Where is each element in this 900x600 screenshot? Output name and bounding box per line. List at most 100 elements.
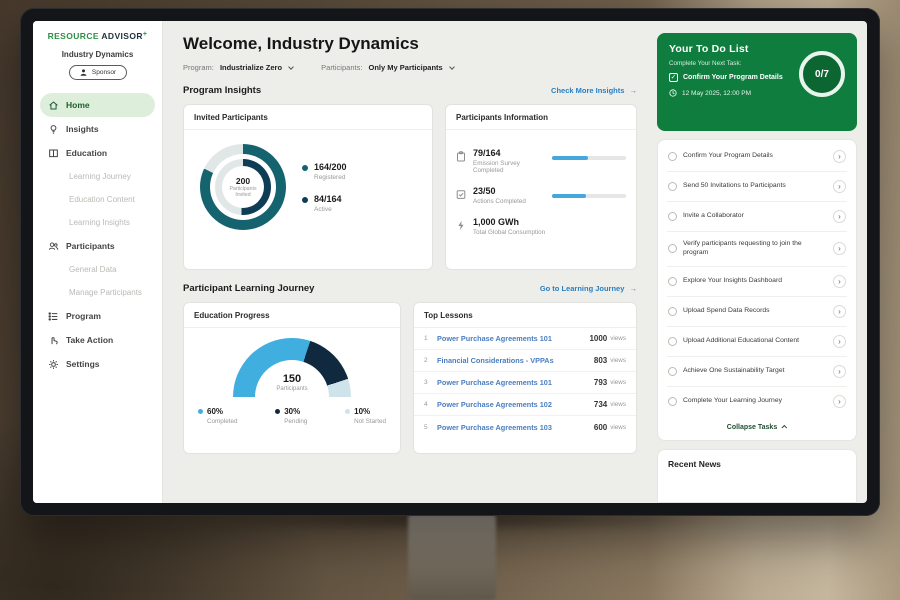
sidebar-item-program[interactable]: Program xyxy=(33,304,162,328)
sidebar-item-manage-participants[interactable]: Manage Participants xyxy=(33,281,162,304)
todo-progress-ring: 0/7 xyxy=(799,51,845,97)
logo-resource: RESOURCE xyxy=(48,31,99,41)
education-gauge-legend: 60% Completed 30% Pending xyxy=(184,398,400,425)
lesson-row: 4 Power Purchase Agreements 102 734 view… xyxy=(414,394,636,416)
lesson-views-word: views xyxy=(610,335,626,342)
sidebar-item-education[interactable]: Education xyxy=(33,141,162,165)
chevron-right-icon[interactable]: › xyxy=(833,210,846,223)
task-row-send-invitations[interactable]: Send 50 Invitations to Participants › xyxy=(667,172,847,202)
lesson-link[interactable]: Financial Considerations - VPPAs xyxy=(437,356,594,365)
checkbox-circle[interactable] xyxy=(668,152,677,161)
task-row-invite-collaborator[interactable]: Invite a Collaborator › xyxy=(667,202,847,232)
program-select[interactable]: Program: Industrialize Zero xyxy=(183,63,293,72)
info-row-emission-survey: 79/164 Emission Survey Completed xyxy=(456,148,626,174)
sidebar-item-label: Take Action xyxy=(66,335,113,345)
task-label: Upload Spend Data Records xyxy=(683,307,827,316)
chevron-right-icon[interactable]: › xyxy=(833,275,846,288)
task-row-complete-learning-journey[interactable]: Complete Your Learning Journey › xyxy=(667,387,847,416)
sidebar-item-learning-insights[interactable]: Learning Insights xyxy=(33,211,162,234)
go-to-learning-journey-link[interactable]: Go to Learning Journey → xyxy=(540,284,637,293)
participants-select[interactable]: Participants: Only My Participants xyxy=(321,63,454,72)
todo-summary-card: Your To Do List Complete Your Next Task:… xyxy=(657,33,857,131)
collapse-tasks-button[interactable]: Collapse Tasks xyxy=(667,416,847,438)
legend-dot xyxy=(275,409,280,414)
logo-advisor: ADVISOR xyxy=(101,31,143,41)
task-row-explore-insights[interactable]: Explore Your Insights Dashboard › xyxy=(667,267,847,297)
legend-value: 10% xyxy=(354,407,370,416)
chevron-right-icon[interactable]: › xyxy=(833,242,846,255)
sponsor-badge[interactable]: Sponsor xyxy=(69,65,127,80)
task-row-achieve-target[interactable]: Achieve One Sustainability Target › xyxy=(667,357,847,387)
lightbulb-icon xyxy=(47,123,59,135)
legend-item-not-started: 10% Not Started xyxy=(345,407,386,425)
home-icon xyxy=(47,99,59,111)
lesson-link[interactable]: Power Purchase Agreements 101 xyxy=(437,334,589,343)
sidebar-item-learning-journey[interactable]: Learning Journey xyxy=(33,165,162,188)
lesson-views-word: views xyxy=(610,357,626,364)
sidebar-item-education-content[interactable]: Education Content xyxy=(33,188,162,211)
todo-progress-value: 0/7 xyxy=(815,69,829,80)
task-label: Confirm Your Program Details xyxy=(683,152,827,161)
sidebar-item-participants[interactable]: Participants xyxy=(33,234,162,258)
checkbox-circle[interactable] xyxy=(668,367,677,376)
link-label: Check More Insights xyxy=(551,86,624,95)
lesson-row: 3 Power Purchase Agreements 101 793 view… xyxy=(414,372,636,394)
people-icon xyxy=(47,240,59,252)
chevron-right-icon[interactable]: › xyxy=(833,395,846,408)
sidebar-item-settings[interactable]: Settings xyxy=(33,352,162,376)
chevron-down-icon xyxy=(449,64,455,70)
checkbox-circle[interactable] xyxy=(668,212,677,221)
chevron-right-icon[interactable]: › xyxy=(833,150,846,163)
legend-label: Completed xyxy=(207,418,237,425)
section-title: Program Insights xyxy=(183,85,261,96)
sidebar-item-insights[interactable]: Insights xyxy=(33,117,162,141)
learning-journey-cards: Education Progress 150 Participants 60% xyxy=(183,302,637,454)
org-name: Industry Dynamics xyxy=(33,50,162,59)
donut-center-label: Participants Invited xyxy=(224,187,262,199)
lesson-link[interactable]: Power Purchase Agreements 101 xyxy=(437,378,594,387)
chevron-right-icon[interactable]: › xyxy=(833,365,846,378)
sidebar-item-general-data[interactable]: General Data xyxy=(33,258,162,281)
chevron-right-icon[interactable]: › xyxy=(833,305,846,318)
info-label: Total Global Consumption xyxy=(473,229,545,236)
chevron-right-icon[interactable]: › xyxy=(833,335,846,348)
legend-item-completed: 60% Completed xyxy=(198,407,237,425)
section-title: Participant Learning Journey xyxy=(183,283,314,294)
checkbox-circle[interactable] xyxy=(668,337,677,346)
arrow-right-icon: → xyxy=(630,284,638,293)
learning-journey-header: Participant Learning Journey Go to Learn… xyxy=(183,283,637,294)
lesson-rank: 2 xyxy=(424,357,434,364)
logo-plus: + xyxy=(143,31,148,38)
person-icon xyxy=(79,68,88,77)
info-label: Emission Survey Completed xyxy=(473,160,552,174)
info-row-consumption: 1,000 GWh Total Global Consumption xyxy=(456,217,626,236)
task-label: Invite a Collaborator xyxy=(683,212,827,221)
task-row-confirm-program[interactable]: Confirm Your Program Details › xyxy=(667,142,847,172)
check-more-insights-link[interactable]: Check More Insights → xyxy=(551,86,637,95)
sidebar-item-take-action[interactable]: Take Action xyxy=(33,328,162,352)
sidebar-item-label: General Data xyxy=(69,265,117,274)
check-square-icon xyxy=(456,187,467,198)
checkbox-circle[interactable] xyxy=(668,277,677,286)
sidebar-item-home[interactable]: Home xyxy=(40,93,155,117)
lesson-link[interactable]: Power Purchase Agreements 102 xyxy=(437,400,594,409)
task-row-verify-participants[interactable]: Verify participants requesting to join t… xyxy=(667,232,847,267)
chevron-down-icon xyxy=(288,64,294,70)
lesson-link[interactable]: Power Purchase Agreements 103 xyxy=(437,423,594,432)
task-row-upload-spend-data[interactable]: Upload Spend Data Records › xyxy=(667,297,847,327)
todo-column: Your To Do List Complete Your Next Task:… xyxy=(653,21,867,503)
checkbox-circle[interactable] xyxy=(668,244,677,253)
checkbox-circle[interactable] xyxy=(668,397,677,406)
checkbox-circle[interactable] xyxy=(668,182,677,191)
task-row-upload-educational-content[interactable]: Upload Additional Educational Content › xyxy=(667,327,847,357)
checkbox-circle[interactable] xyxy=(668,307,677,316)
top-lessons-card: Top Lessons 1 Power Purchase Agreements … xyxy=(413,302,637,454)
participants-select-label: Participants: xyxy=(321,63,362,72)
recent-news-card: Recent News xyxy=(657,449,857,503)
todo-next-task[interactable]: ✓ Confirm Your Program Details xyxy=(669,73,799,82)
check-icon: ✓ xyxy=(669,73,678,82)
clipboard-icon xyxy=(456,149,467,160)
legend-value: 84/164 xyxy=(314,194,342,204)
card-title: Top Lessons xyxy=(414,303,636,328)
chevron-right-icon[interactable]: › xyxy=(833,180,846,193)
